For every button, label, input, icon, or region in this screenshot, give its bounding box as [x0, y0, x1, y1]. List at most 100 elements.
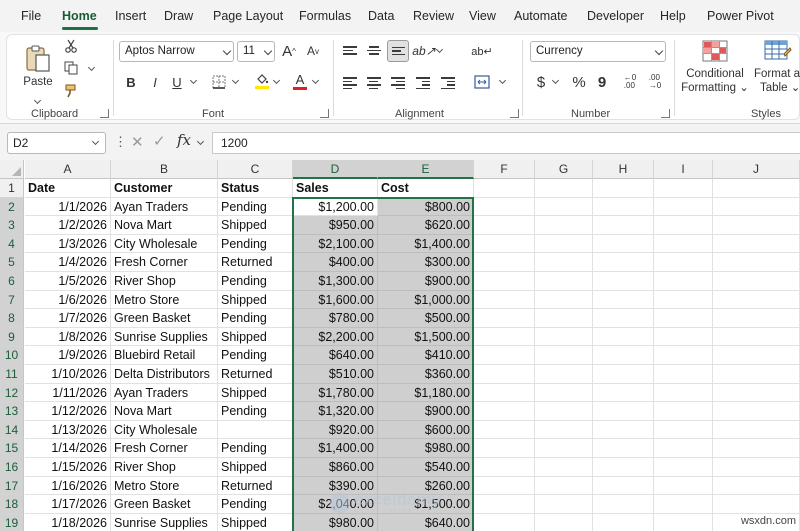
table-cell[interactable]: Green Basket [111, 309, 218, 328]
row-header[interactable]: 16 [0, 458, 24, 477]
table-cell[interactable] [474, 346, 535, 365]
table-cell[interactable] [654, 272, 713, 291]
table-cell[interactable]: Nova Mart [111, 216, 218, 235]
table-cell[interactable] [593, 197, 654, 217]
table-cell[interactable]: Pending [218, 234, 293, 254]
table-cell[interactable]: 1/2/2026 [25, 216, 111, 235]
table-cell[interactable]: City Wholesale [111, 420, 218, 440]
table-cell[interactable] [593, 327, 654, 347]
table-cell[interactable]: Pending [218, 272, 293, 291]
row-header[interactable]: 5 [0, 253, 24, 272]
table-cell[interactable]: $900.00 [378, 272, 474, 291]
table-cell[interactable]: $500.00 [378, 309, 474, 328]
table-cell[interactable]: $400.00 [293, 253, 378, 272]
align-top-icon[interactable] [343, 46, 357, 55]
table-cell[interactable] [474, 234, 535, 254]
wrap-text-button[interactable]: ab↵ [471, 41, 492, 61]
table-cell[interactable] [593, 272, 654, 291]
header-cell[interactable] [535, 179, 593, 198]
table-cell[interactable] [535, 197, 593, 217]
select-all-button[interactable] [0, 160, 24, 179]
table-cell[interactable]: Shipped [218, 216, 293, 235]
table-cell[interactable] [654, 253, 713, 272]
table-cell[interactable] [535, 253, 593, 272]
row-header[interactable]: 8 [0, 309, 24, 328]
table-cell[interactable]: $1,200.00 [293, 197, 378, 217]
header-cell[interactable]: Status [218, 179, 293, 198]
table-cell[interactable]: $640.00 [293, 346, 378, 365]
align-middle-icon[interactable] [367, 46, 381, 55]
font-color-button[interactable]: A [291, 70, 309, 92]
table-cell[interactable]: $980.00 [378, 439, 474, 458]
table-cell[interactable] [535, 439, 593, 458]
table-cell[interactable] [535, 309, 593, 328]
row-header[interactable]: 6 [0, 272, 24, 291]
row-header[interactable]: 12 [0, 383, 24, 403]
cut-button[interactable] [62, 37, 80, 55]
table-cell[interactable] [474, 513, 535, 531]
format-as-table-button[interactable]: Format as Table ⌄ [752, 38, 800, 102]
table-cell[interactable]: River Shop [111, 458, 218, 477]
table-cell[interactable]: $620.00 [378, 216, 474, 235]
table-cell[interactable] [474, 402, 535, 421]
table-cell[interactable]: 1/10/2026 [25, 365, 111, 384]
table-cell[interactable]: $260.00 [378, 476, 474, 496]
table-cell[interactable]: Shipped [218, 383, 293, 403]
table-cell[interactable]: Metro Store [111, 476, 218, 496]
table-cell[interactable]: Pending [218, 402, 293, 421]
table-cell[interactable] [593, 365, 654, 384]
table-cell[interactable] [654, 346, 713, 365]
merge-center-button[interactable] [472, 72, 492, 92]
table-cell[interactable] [535, 402, 593, 421]
table-cell[interactable]: $510.00 [293, 365, 378, 384]
font-dialog-launcher-icon[interactable] [320, 109, 329, 118]
table-cell[interactable] [654, 290, 713, 310]
table-cell[interactable]: $920.00 [293, 420, 378, 440]
table-cell[interactable] [654, 234, 713, 254]
table-cell[interactable] [713, 290, 800, 310]
table-cell[interactable]: Pending [218, 495, 293, 514]
table-cell[interactable]: Returned [218, 476, 293, 496]
table-cell[interactable] [654, 439, 713, 458]
table-cell[interactable] [474, 253, 535, 272]
table-cell[interactable] [474, 476, 535, 496]
table-cell[interactable] [535, 513, 593, 531]
row-header[interactable]: 9 [0, 327, 24, 347]
row-header[interactable]: 19 [0, 513, 24, 531]
increase-indent-icon[interactable] [441, 77, 455, 90]
table-cell[interactable] [535, 234, 593, 254]
table-cell[interactable]: $950.00 [293, 216, 378, 235]
table-cell[interactable]: $1,500.00 [378, 495, 474, 514]
column-header-g[interactable]: G [535, 160, 593, 179]
table-cell[interactable] [474, 197, 535, 217]
table-cell[interactable]: 1/15/2026 [25, 458, 111, 477]
table-cell[interactable]: $2,040.00 [293, 495, 378, 514]
table-cell[interactable]: $640.00 [378, 513, 474, 531]
font-size-select[interactable]: 11 [237, 41, 275, 62]
table-cell[interactable] [535, 216, 593, 235]
table-cell[interactable] [593, 346, 654, 365]
table-cell[interactable]: Returned [218, 253, 293, 272]
table-cell[interactable]: $1,400.00 [293, 439, 378, 458]
table-cell[interactable]: $360.00 [378, 365, 474, 384]
table-cell[interactable]: River Shop [111, 272, 218, 291]
table-cell[interactable] [474, 420, 535, 440]
row-header[interactable]: 13 [0, 402, 24, 421]
row-header[interactable]: 14 [0, 420, 24, 440]
table-cell[interactable] [474, 327, 535, 347]
header-cell[interactable] [474, 179, 535, 198]
table-cell[interactable]: $600.00 [378, 420, 474, 440]
table-cell[interactable] [713, 272, 800, 291]
table-cell[interactable]: $1,780.00 [293, 383, 378, 403]
table-cell[interactable] [654, 383, 713, 403]
table-cell[interactable]: $1,000.00 [378, 290, 474, 310]
table-cell[interactable] [593, 383, 654, 403]
header-cell[interactable]: Customer [111, 179, 218, 198]
table-cell[interactable] [535, 495, 593, 514]
row-header[interactable]: 7 [0, 290, 24, 310]
orientation-button[interactable]: ab↗ [412, 41, 435, 61]
table-cell[interactable]: $1,500.00 [378, 327, 474, 347]
table-cell[interactable] [654, 309, 713, 328]
insert-function-button[interactable]: fx [177, 131, 191, 149]
table-cell[interactable] [474, 383, 535, 403]
